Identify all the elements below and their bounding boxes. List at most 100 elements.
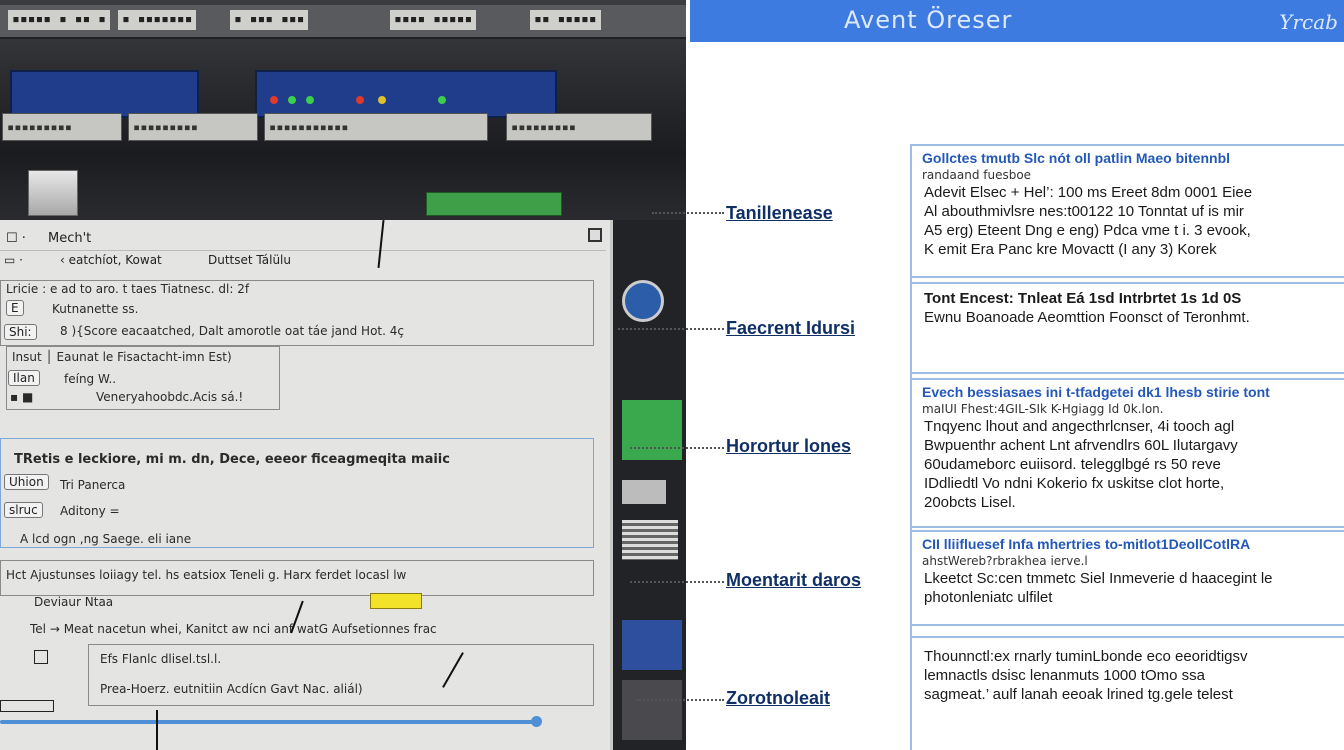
status-led xyxy=(356,96,364,104)
info-box-heading: Gollctes tmutb Slc nót oll patlin Maeo b… xyxy=(922,150,1231,166)
info-box-line: K emit Era Panc kre Movactt (I any 3) Ko… xyxy=(924,241,1217,258)
slider-handle[interactable] xyxy=(531,716,542,727)
info-box-line: lemnactls dsisc lenanmuts 1000 tOmo ssa xyxy=(924,667,1205,684)
document-brand: Yrcab xyxy=(1279,10,1338,34)
arrow-pointer xyxy=(156,710,158,750)
rack-label: ▪▪▪▪ ▪▪▪▪▪ xyxy=(390,10,477,30)
rack-bracket xyxy=(28,170,78,216)
info-box-line: 60udameborc euiisord. telegglbgé rs 50 r… xyxy=(924,456,1221,473)
leader-line xyxy=(630,447,724,449)
toolbar-icon[interactable]: ▭ · xyxy=(4,253,23,267)
info-box-line: sagmeat.’ aulf lanah eeoak lrined tg.gel… xyxy=(924,686,1233,703)
document-title: Avent Öreser xyxy=(844,6,1013,34)
bottom-line: Prea-Hoerz. eutnitiin Acdícn Gavt Nac. a… xyxy=(100,682,363,696)
port-label: ▪▪▪▪▪▪▪▪▪ xyxy=(2,113,122,141)
section-title: TRetis e leckiore, mi m. dn, Dece, eeeor… xyxy=(14,452,450,467)
row-text: 8 ){Score eacaatched, Dalt amorotle oat … xyxy=(60,324,404,338)
leader-line xyxy=(630,581,724,583)
row-tag: E xyxy=(6,300,24,316)
deviaur-line: Deviaur Ntaa xyxy=(34,595,114,609)
info-box-line: Lkeetct Sc:cen tmmetc Siel Inmeverie d h… xyxy=(924,570,1273,587)
row-text: Kutnanette ss. xyxy=(52,302,139,316)
info-box-line: Tont Encest: Tnleat Eá 1sd Intrbrtet 1s … xyxy=(924,290,1242,307)
window-title: Mech't xyxy=(48,231,92,246)
document-header: Avent Öreser Yrcab xyxy=(690,0,1344,42)
sub-group-title: Insut │ Eaunat le Fisactacht-imn Est) xyxy=(12,350,232,364)
window-titlebar: ☐ · Mech't xyxy=(0,228,606,251)
port-label: ▪▪▪▪▪▪▪▪▪▪▪ xyxy=(264,113,488,141)
reference-document: Avent Öreser Yrcab Tanillenease Faecrent… xyxy=(618,0,1344,750)
union-tag[interactable]: Uhion xyxy=(4,474,49,490)
info-box-line: A5 erg) Eteent Dng e eng) Pdca vme t i. … xyxy=(924,222,1251,239)
rack-label-strip: ▪▪▪▪▪ ▪ ▪▪ ▪ ▪ ▪▪▪▪▪▪▪ ▪ ▪▪▪ ▪▪▪ ▪▪▪▪ ▪▪… xyxy=(0,5,686,39)
callout-label: Moentarit daros xyxy=(726,570,862,590)
right-rack-column xyxy=(612,220,686,750)
info-box: Thounnctl:ex rnarly tuminLbonde eco eeor… xyxy=(910,636,1344,750)
sub-tag[interactable]: Ilan xyxy=(8,370,40,386)
bottom-line: Efs Flanlc dlisel.tsl.l. xyxy=(100,652,222,666)
port-label: ▪▪▪▪▪▪▪▪▪ xyxy=(506,113,652,141)
info-box: Evech bessiasaes ini t-tfadgetei dk1 lhe… xyxy=(910,378,1344,528)
info-box-subheading: randaand fuesboe xyxy=(922,168,1032,182)
adone-text: Aditony = xyxy=(60,504,120,518)
status-led xyxy=(288,96,296,104)
rack-label: ▪ ▪▪▪▪▪▪▪ xyxy=(118,10,197,30)
mead-line: Tel → Meat nacetun whei, Kanitct aw nci … xyxy=(30,622,437,636)
group-header: Lricie : e ad to aro. t taes Tiatnesc. d… xyxy=(6,282,250,296)
callout-label: Tanillenease xyxy=(726,203,833,223)
switch-panel xyxy=(10,70,199,118)
sub-text: feíng W.. xyxy=(64,372,117,386)
union-text: Tri Panerca xyxy=(60,478,126,492)
server-rack-photo: ▪▪▪▪▪ ▪ ▪▪ ▪ ▪ ▪▪▪▪▪▪▪ ▪ ▪▪▪ ▪▪▪ ▪▪▪▪ ▪▪… xyxy=(0,0,686,750)
siuc-tag[interactable]: slruc xyxy=(4,502,43,518)
info-box-line: IDdliedtl Vo ndni Kokerio fx uskitse clo… xyxy=(924,475,1225,492)
checkbox-icon[interactable] xyxy=(34,650,48,664)
close-icon[interactable] xyxy=(588,228,602,242)
status-led xyxy=(438,96,446,104)
callout-label: Horortur lones xyxy=(726,436,852,456)
leader-line xyxy=(636,699,724,701)
toolbar-item[interactable]: Duttset Tálülu xyxy=(208,253,291,267)
info-box-subheading: ahstWereb?rbrakhea ierve.l xyxy=(922,554,1088,568)
window-toolbar: ▭ · ‹ eatchíot, Kowat Duttset Tálülu xyxy=(0,250,606,272)
leader-line xyxy=(618,328,724,330)
info-box-line: Tnqyenc lhout and angecthrlcnser, 4i too… xyxy=(924,418,1235,435)
adjust-line: Hct Ajustunses loiiagy tel. hs eatsiox T… xyxy=(6,568,407,582)
dark-panel xyxy=(622,680,682,740)
toolbar-item[interactable]: ‹ eatchíot, Kowat xyxy=(60,253,162,267)
info-box-line: Adevit Elsec + Hel’: 100 ms Ereet 8dm 00… xyxy=(924,184,1253,201)
rack-label: ▪▪ ▪▪▪▪▪ xyxy=(530,10,601,30)
leader-line xyxy=(652,212,724,214)
rack-label: ▪▪▪▪▪ ▪ ▪▪ ▪ xyxy=(8,10,110,30)
green-module xyxy=(426,192,562,216)
highlight-marker xyxy=(370,593,422,609)
info-box-heading: Evech bessiasaes ini t-tfadgetei dk1 lhe… xyxy=(922,384,1270,400)
port-label: ▪▪▪▪▪▪▪▪▪ xyxy=(128,113,258,141)
info-box: CII lliifluesef Infa mhertries to-mitlot… xyxy=(910,530,1344,626)
status-led xyxy=(378,96,386,104)
info-box: Gollctes tmutb Slc nót oll patlin Maeo b… xyxy=(910,144,1344,278)
info-box-line: Al abouthmivlsre nes:t00122 10 Tonntat u… xyxy=(924,203,1244,220)
info-box-subheading: maIUI Fhest:4GIL-SIk K-Hgiagg Id 0k.lon. xyxy=(922,402,1164,416)
vent-panel xyxy=(622,520,678,560)
progress-frame xyxy=(0,700,54,712)
blue-panel xyxy=(622,620,682,670)
grey-panel xyxy=(622,480,666,504)
info-box-heading: CII lliifluesef Infa mhertries to-mitlot… xyxy=(922,536,1251,552)
info-box: Tont Encest: Tnleat Eá 1sd Intrbrtet 1s … xyxy=(910,282,1344,374)
info-box-line: 20obcts Lisel. xyxy=(924,494,1016,511)
callout-label: Zorotnoleait xyxy=(726,688,830,708)
status-led xyxy=(270,96,278,104)
status-led xyxy=(306,96,314,104)
window-menu-icon[interactable]: ☐ · xyxy=(6,231,26,246)
switch-panel xyxy=(255,70,557,118)
row-tag: Shi: xyxy=(4,324,37,340)
bullet-icon: ▪ ■ xyxy=(10,390,34,404)
slider-track[interactable] xyxy=(0,720,540,724)
info-box-line: Thounnctl:ex rnarly tuminLbonde eco eeor… xyxy=(924,648,1248,665)
info-box-line: Bwpuenthr achent Lnt afrvendlrs 60L Ilut… xyxy=(924,437,1238,454)
round-port-icon xyxy=(622,280,664,322)
info-box-line: Ewnu Boanoade Aeomttion Foonsct of Teron… xyxy=(924,309,1250,326)
rack-label: ▪ ▪▪▪ ▪▪▪ xyxy=(230,10,309,30)
fl-line: A lcd ogn ,ng Saege. eli iane xyxy=(20,532,192,546)
